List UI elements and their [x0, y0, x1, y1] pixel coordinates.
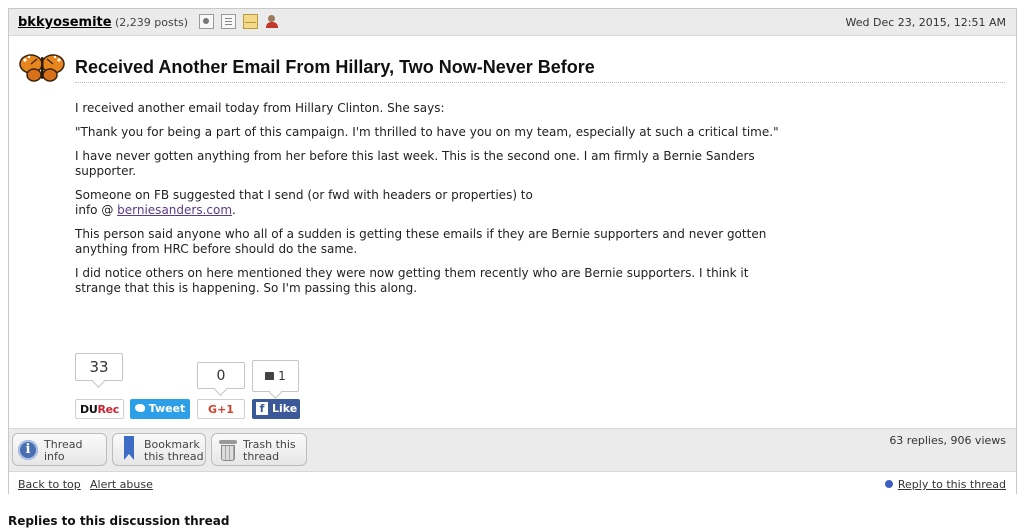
body-text: anything from HRC before should do the s…: [75, 242, 358, 256]
twitter-bird-icon: [134, 404, 145, 412]
body-text: .: [232, 203, 236, 217]
du-rec-button[interactable]: DURec: [75, 399, 124, 419]
berniesanders-link[interactable]: berniesanders.com: [117, 203, 232, 217]
journal-icon[interactable]: [221, 14, 236, 29]
du-rec-label-du: DU: [79, 403, 98, 416]
bookmark-label: this thread: [144, 450, 204, 463]
body-text: strange that this is happening. So I'm p…: [75, 281, 418, 295]
post-panel: bkkyosemite (2,239 posts) Wed Dec 23, 20…: [8, 8, 1017, 495]
body-text: Someone on FB suggested that I send (or …: [75, 188, 533, 202]
thread-toolbar: i Thread info Bookmark this thread Trash t…: [9, 428, 1016, 471]
body-paragraph: "Thank you for being a part of this camp…: [75, 125, 779, 139]
trash-thread-button[interactable]: Trash this thread: [211, 433, 307, 466]
trash-label: thread: [243, 450, 280, 463]
thread-info-button[interactable]: i Thread info: [12, 433, 107, 466]
alert-abuse-link[interactable]: Alert abuse: [90, 478, 153, 491]
profile-icon[interactable]: [199, 14, 214, 29]
body-paragraph: This person said anyone who all of a sud…: [75, 227, 855, 257]
body-text: I have never gotten anything from her be…: [75, 149, 755, 163]
butterfly-icon: [19, 54, 65, 82]
title-divider: [75, 82, 1005, 83]
facebook-like-count: 1: [252, 360, 299, 392]
body-paragraph: I received another email today from Hill…: [75, 101, 445, 115]
author-link[interactable]: bkkyosemite: [18, 15, 112, 30]
mail-icon[interactable]: [243, 14, 258, 29]
facebook-like-number: 1: [278, 369, 286, 383]
social-share-bar: 33 0 1 DURec Tweet G+1 f Like: [75, 352, 375, 419]
thread-info-label: info: [44, 450, 65, 463]
ignore-user-icon[interactable]: [265, 14, 280, 29]
body-text: I did notice others on here mentioned th…: [75, 266, 749, 280]
gplus-count: 0: [197, 362, 245, 389]
facebook-f-icon: f: [256, 401, 268, 415]
tweet-button[interactable]: Tweet: [130, 399, 190, 419]
thread-stats: 63 replies, 906 views: [889, 434, 1006, 447]
du-rec-count: 33: [75, 353, 123, 381]
bookmark-thread-button[interactable]: Bookmark this thread: [112, 433, 206, 466]
post-body: I received another email today from Hill…: [75, 101, 855, 305]
facebook-like-label: Like: [272, 402, 298, 415]
post-count: (2,239 posts): [115, 16, 189, 29]
replies-heading: Replies to this discussion thread: [8, 514, 230, 528]
post-date: Wed Dec 23, 2015, 12:51 AM: [845, 16, 1006, 29]
reply-to-thread-link[interactable]: Reply to this thread: [884, 478, 1006, 491]
tweet-label: Tweet: [148, 402, 186, 415]
reply-bullet-icon: [884, 480, 893, 488]
trash-icon: [219, 440, 237, 461]
body-paragraph: I did notice others on here mentioned th…: [75, 266, 855, 296]
back-to-top-link[interactable]: Back to top: [18, 478, 81, 491]
body-paragraph: I have never gotten anything from her be…: [75, 149, 855, 179]
post-links-bar: Back to top Alert abuse Reply to this th…: [9, 471, 1016, 495]
info-icon: i: [18, 440, 38, 460]
author-actions: [199, 14, 280, 29]
facebook-like-button[interactable]: f Like: [252, 399, 300, 419]
body-paragraph: Someone on FB suggested that I send (or …: [75, 188, 855, 218]
reply-label: Reply to this thread: [897, 478, 1006, 491]
post-header: bkkyosemite (2,239 posts) Wed Dec 23, 20…: [9, 9, 1016, 36]
post-title: Received Another Email From Hillary, Two…: [75, 57, 595, 77]
body-text: This person said anyone who all of a sud…: [75, 227, 767, 241]
body-text: supporter.: [75, 164, 137, 178]
gplus-button[interactable]: G+1: [197, 399, 245, 419]
bookmark-icon: [124, 436, 134, 460]
thumbs-up-icon: [265, 371, 275, 380]
du-rec-label-rec: Rec: [97, 403, 120, 416]
body-text: info @: [75, 203, 118, 217]
